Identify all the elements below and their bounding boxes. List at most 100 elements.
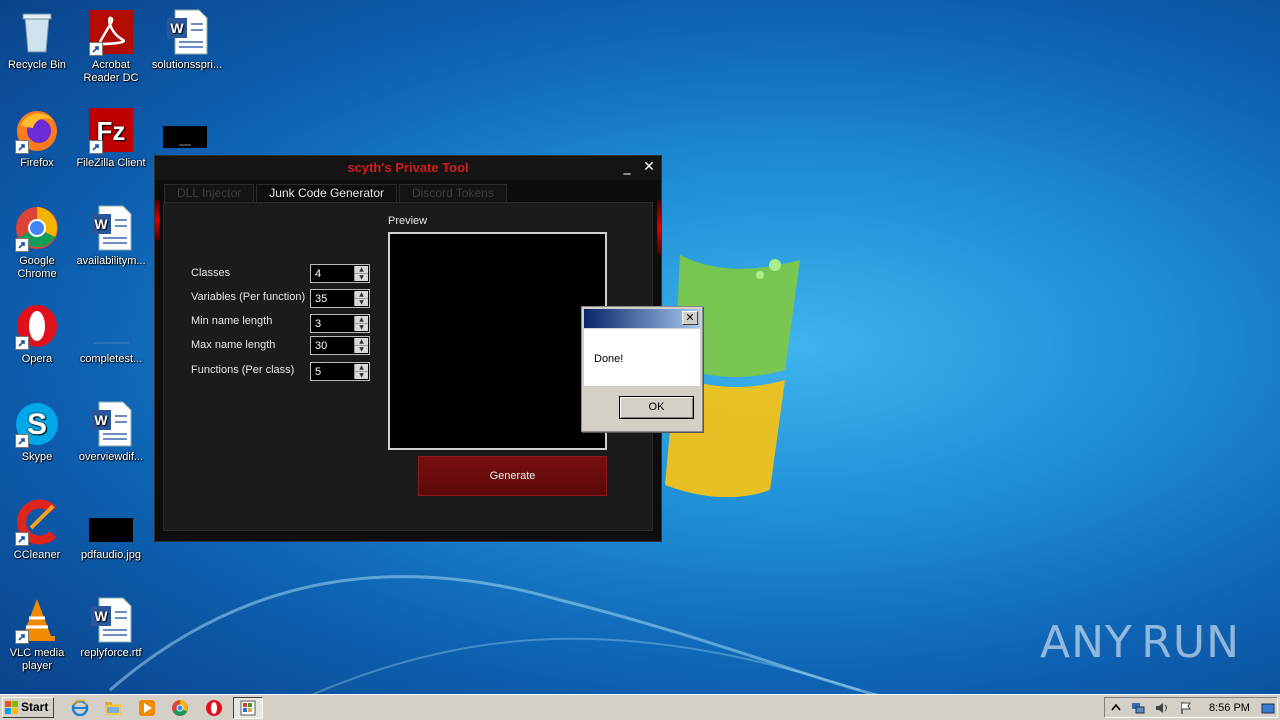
tab-strip: DLL Injector Junk Code Generator Discord…	[164, 184, 509, 202]
shortcut-arrow-icon	[15, 434, 29, 448]
word-document-icon: W	[163, 8, 211, 56]
taskbar-app-tool[interactable]	[233, 697, 263, 719]
action-center-flag-icon[interactable]	[1179, 701, 1193, 715]
word-document-icon: W	[87, 596, 135, 644]
network-icon[interactable]	[1131, 701, 1145, 715]
tab-discord-tokens[interactable]: Discord Tokens	[399, 184, 507, 202]
skype-icon: S	[13, 400, 61, 448]
svg-text:S: S	[27, 408, 47, 441]
stepper-arrows[interactable]: ▲ ▼	[354, 316, 368, 331]
desktop-icon-solutionsspri[interactable]: W solutionsspri...	[148, 8, 226, 72]
desktop-icon-vlc[interactable]: VLC media player	[0, 596, 74, 673]
desktop-icon-acrobat[interactable]: Acrobat Reader DC	[74, 8, 148, 85]
start-label: Start	[21, 700, 49, 714]
svg-text:W: W	[94, 412, 108, 428]
system-tray: 8:56 PM	[1104, 697, 1278, 718]
recycle-bin-icon	[13, 8, 61, 56]
close-button[interactable]: ✕	[682, 311, 698, 325]
desktop-icon-firefox[interactable]: Firefox	[0, 106, 74, 170]
up-arrow-icon[interactable]: ▲	[355, 266, 368, 273]
black-image-icon	[87, 498, 135, 546]
taskbar-clock[interactable]: 8:56 PM	[1209, 702, 1250, 714]
down-arrow-icon[interactable]: ▼	[355, 273, 368, 281]
opera-icon[interactable]	[205, 699, 223, 717]
shortcut-arrow-icon	[15, 140, 29, 154]
desktop-icon-ccleaner[interactable]: CCleaner	[0, 498, 74, 562]
functions-stepper[interactable]: 5 ▲ ▼	[310, 362, 370, 381]
chrome-icon	[13, 204, 61, 252]
desktop-icon-replyforce[interactable]: W replyforce.rtf	[74, 596, 148, 660]
shortcut-arrow-icon	[15, 336, 29, 350]
desktop-icon-completest[interactable]: completest...	[74, 302, 148, 366]
stepper-arrows[interactable]: ▲ ▼	[354, 291, 368, 306]
variables-stepper[interactable]: 35 ▲ ▼	[310, 289, 370, 308]
desktop-icon-overviewdif[interactable]: W overviewdif...	[74, 400, 148, 464]
file-explorer-icon[interactable]	[104, 699, 122, 717]
blank-file-icon	[87, 302, 135, 350]
desktop-icon-chrome[interactable]: Google Chrome	[0, 204, 74, 281]
min-name-length-value[interactable]: 3	[315, 318, 321, 330]
taskbar: Start 8:56 PM	[0, 694, 1280, 720]
word-document-icon: W	[87, 400, 135, 448]
desktop-icon-recycle-bin[interactable]: Recycle Bin	[0, 8, 74, 72]
up-arrow-icon[interactable]: ▲	[355, 291, 368, 298]
up-arrow-icon[interactable]: ▲	[355, 316, 368, 323]
stepper-arrows[interactable]: ▲ ▼	[354, 364, 368, 379]
show-desktop-icon[interactable]	[1261, 701, 1275, 715]
svg-text:W: W	[170, 20, 184, 36]
down-arrow-icon[interactable]: ▼	[355, 345, 368, 353]
svg-text:W: W	[94, 608, 108, 624]
down-arrow-icon[interactable]: ▼	[355, 371, 368, 379]
desktop-icon-opera[interactable]: Opera	[0, 302, 74, 366]
svg-text:W: W	[94, 216, 108, 232]
desktop-icon-pdfaudio[interactable]: pdfaudio.jpg	[74, 498, 148, 562]
tool-titlebar[interactable]: scyth's Private Tool _ ✕	[155, 156, 661, 180]
variables-value[interactable]: 35	[315, 293, 327, 305]
message-text: Done!	[594, 353, 624, 365]
classes-stepper[interactable]: 4 ▲ ▼	[310, 264, 370, 283]
preview-label: Preview	[388, 215, 428, 227]
desktop-icon-skype[interactable]: S Skype	[0, 400, 74, 464]
classes-value[interactable]: 4	[315, 268, 321, 280]
show-hidden-icons-icon[interactable]	[1109, 701, 1123, 715]
junk-code-panel: Classes 4 ▲ ▼ Variables (Per function) 35…	[163, 202, 653, 531]
max-name-length-stepper[interactable]: 30 ▲ ▼	[310, 336, 370, 355]
functions-label: Functions (Per class)	[191, 364, 295, 376]
max-name-length-label: Max name length	[191, 339, 276, 351]
tab-junk-code-generator[interactable]: Junk Code Generator	[256, 184, 397, 202]
done-message-box: ✕ Done! OK	[581, 306, 703, 432]
tab-dll-injector[interactable]: DLL Injector	[164, 184, 255, 202]
up-arrow-icon[interactable]: ▲	[355, 364, 368, 371]
media-player-icon[interactable]	[138, 699, 156, 717]
windows-flag-icon	[5, 701, 18, 714]
watermark-right-text: RUN	[1141, 616, 1240, 668]
start-button[interactable]: Start	[2, 697, 54, 718]
down-arrow-icon[interactable]: ▼	[355, 323, 368, 331]
ok-button[interactable]: OK	[619, 396, 694, 419]
chrome-icon[interactable]	[171, 699, 189, 717]
window-edge-glow	[155, 200, 159, 240]
min-name-length-stepper[interactable]: 3 ▲ ▼	[310, 314, 370, 333]
stepper-arrows[interactable]: ▲ ▼	[354, 266, 368, 281]
classes-label: Classes	[191, 267, 231, 279]
generate-button[interactable]: Generate	[418, 456, 607, 496]
up-arrow-icon[interactable]: ▲	[355, 338, 368, 345]
desktop-icon-filezilla[interactable]: Fz FileZilla Client	[74, 106, 148, 170]
message-box-titlebar[interactable]: ✕	[584, 309, 700, 328]
ccleaner-icon	[13, 498, 61, 546]
minimize-button[interactable]: _	[617, 158, 637, 178]
shortcut-arrow-icon	[89, 140, 103, 154]
anyrun-watermark: ANY RUN	[1040, 612, 1240, 672]
close-button[interactable]: ✕	[639, 158, 659, 178]
volume-icon[interactable]	[1155, 701, 1169, 715]
acrobat-icon	[87, 8, 135, 56]
watermark-left-text: ANY	[1040, 616, 1133, 668]
desktop-icon-availabilitym[interactable]: W availabilitym...	[74, 204, 148, 268]
down-arrow-icon[interactable]: ▼	[355, 298, 368, 306]
functions-value[interactable]: 5	[315, 366, 321, 378]
preview-textarea[interactable]	[388, 232, 607, 450]
internet-explorer-icon[interactable]	[71, 699, 89, 717]
filezilla-icon: Fz	[87, 106, 135, 154]
max-name-length-value[interactable]: 30	[315, 340, 327, 352]
stepper-arrows[interactable]: ▲ ▼	[354, 338, 368, 353]
